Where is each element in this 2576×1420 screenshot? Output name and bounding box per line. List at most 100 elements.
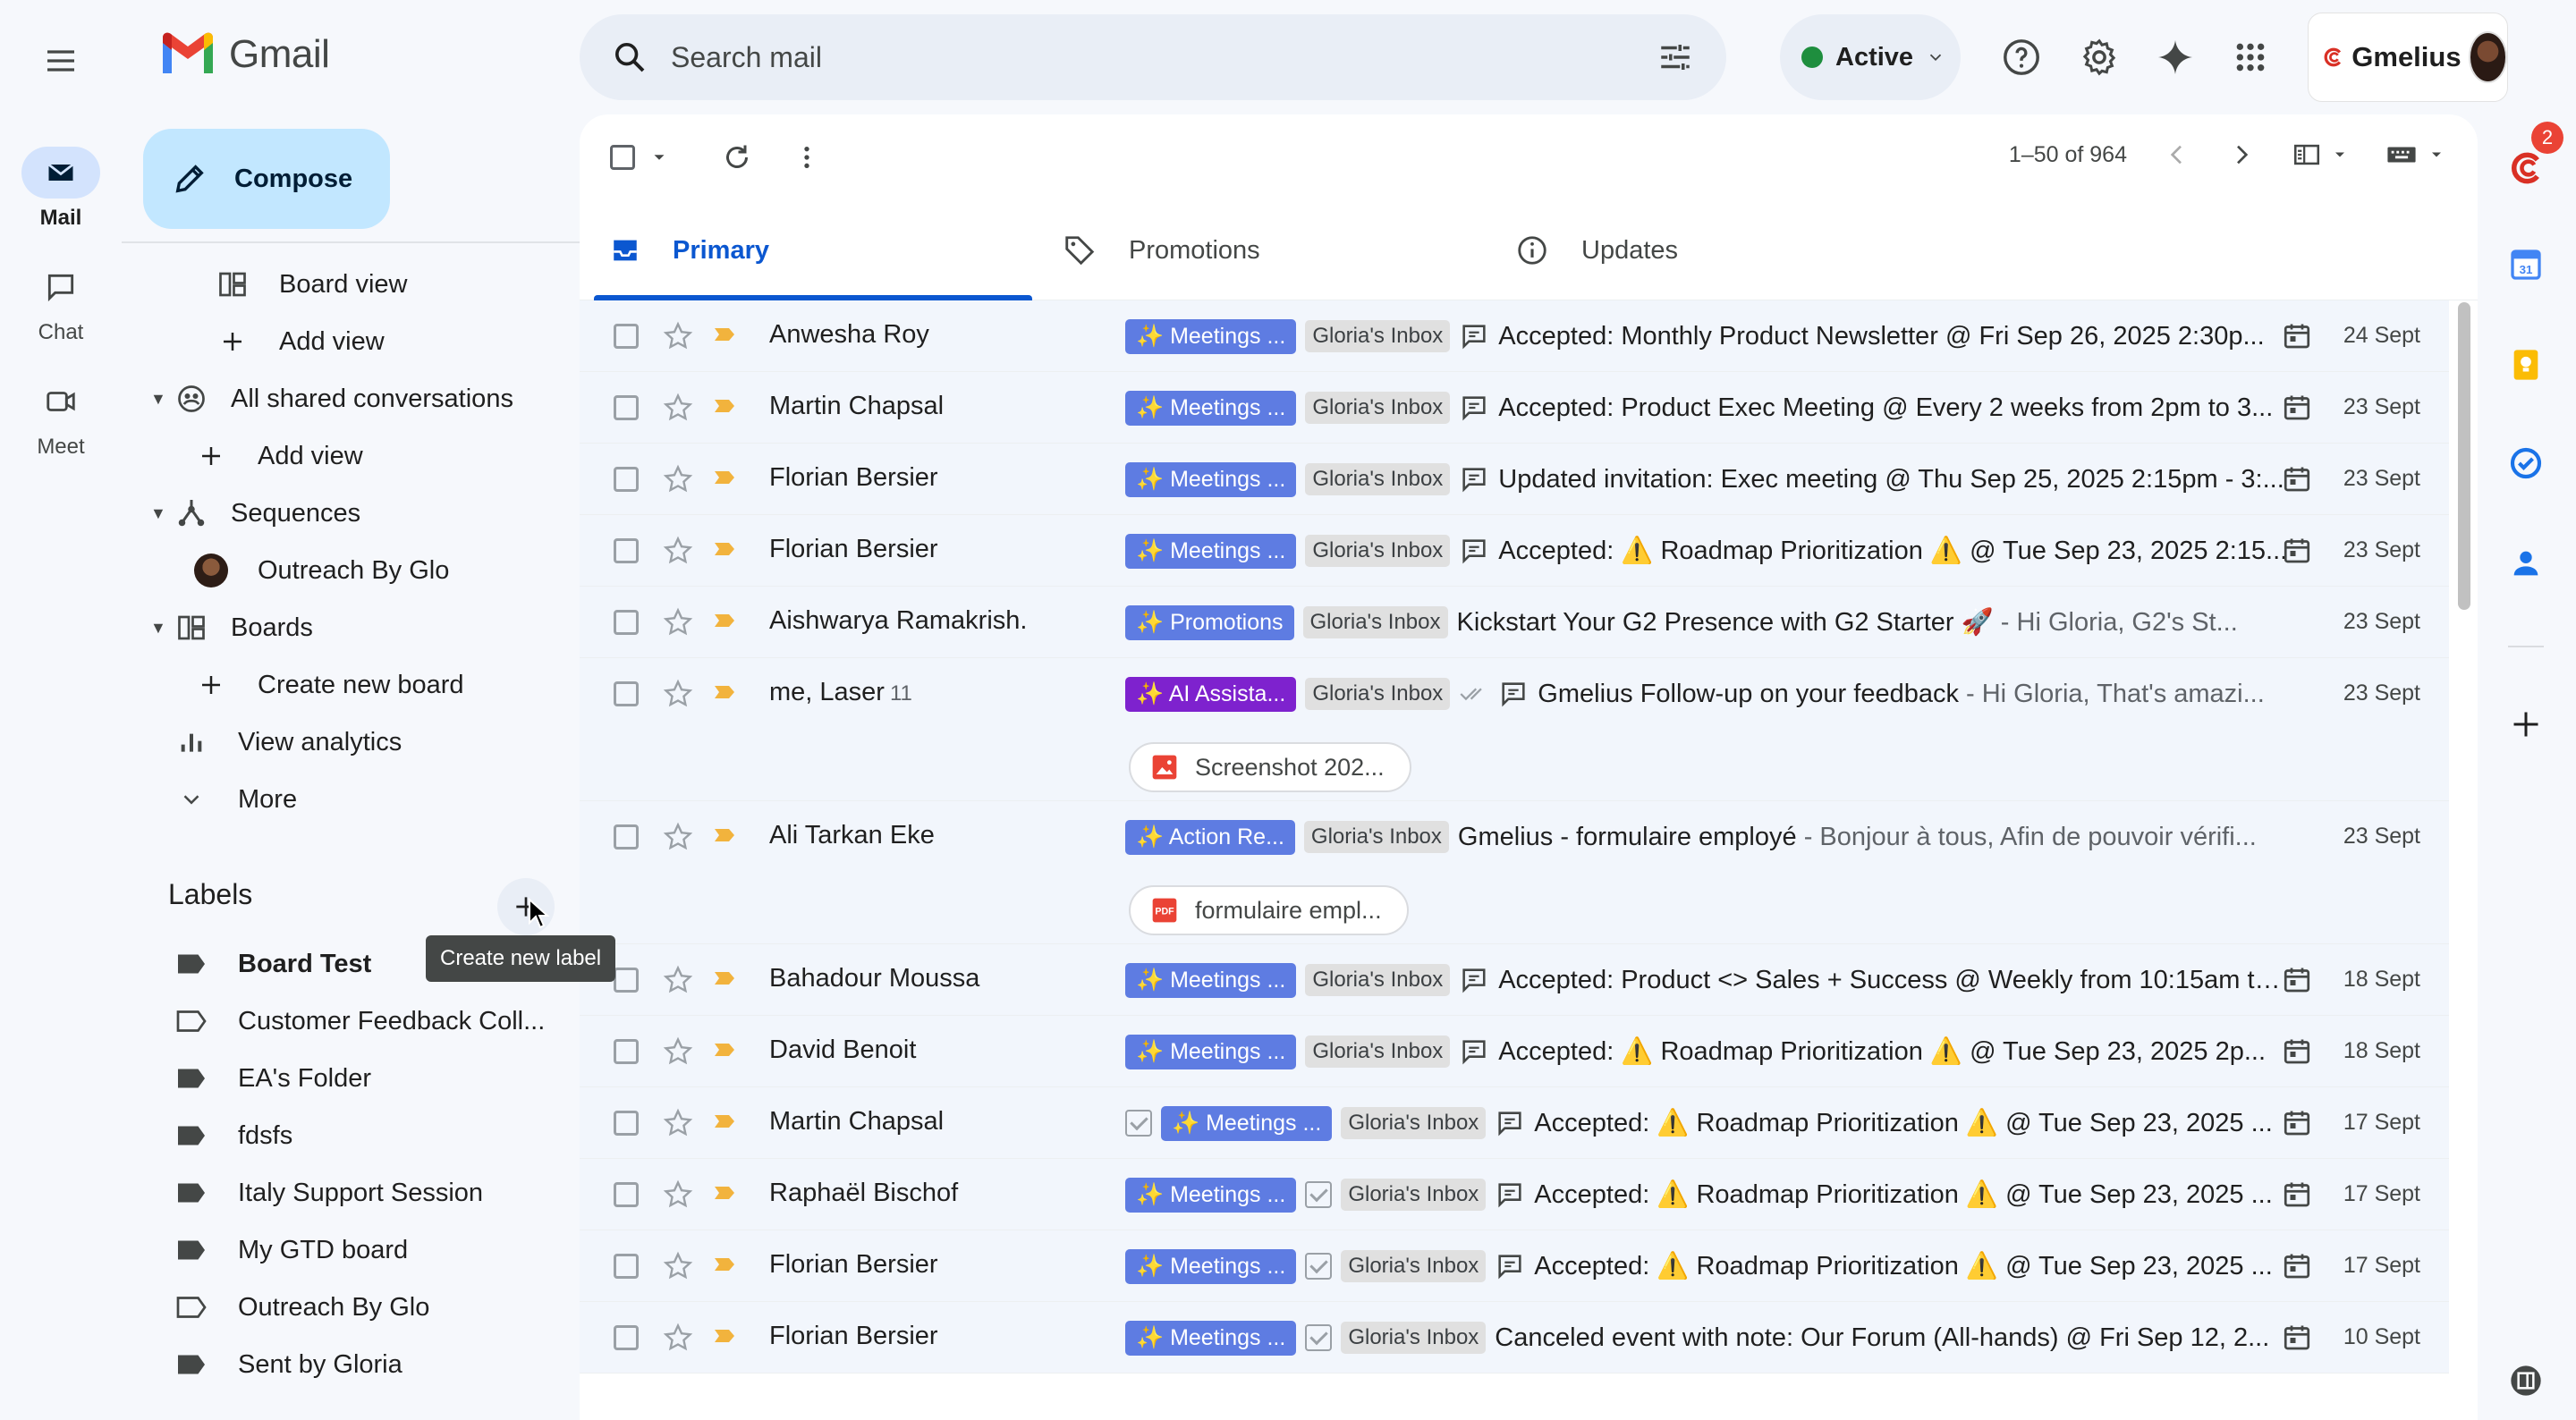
sidebar-item-more[interactable]: More	[122, 771, 580, 828]
gmail-logo[interactable]: Gmail	[159, 32, 330, 77]
tasks-app-button[interactable]	[2497, 435, 2555, 492]
sidebar-item-outreach[interactable]: Outreach By Glo	[122, 542, 580, 599]
contacts-app-button[interactable]	[2497, 535, 2555, 592]
inbox-chip[interactable]: Gloria's Inbox	[1341, 1179, 1487, 1211]
ai-label-chip[interactable]: ✨ Promotions	[1125, 604, 1294, 640]
important-marker-icon[interactable]	[714, 1329, 735, 1343]
email-row[interactable]: Bahadour Moussa ✨ Meetings ... Gloria's In…	[580, 944, 2449, 1016]
row-checkbox[interactable]	[614, 324, 639, 349]
inbox-chip[interactable]: Gloria's Inbox	[1341, 1250, 1487, 1282]
star-icon[interactable]	[662, 535, 694, 567]
row-checkbox[interactable]	[614, 1111, 639, 1136]
ai-label-chip[interactable]: ✨ Meetings ...	[1125, 318, 1297, 354]
row-checkbox[interactable]	[614, 968, 639, 993]
calendar-event-icon[interactable]	[2281, 1179, 2313, 1211]
ai-label-chip[interactable]: ✨ Meetings ...	[1125, 1034, 1297, 1069]
sidebar-item-add-view[interactable]: Add view	[122, 313, 580, 370]
star-icon[interactable]	[662, 463, 694, 495]
star-icon[interactable]	[662, 821, 694, 853]
row-checkbox[interactable]	[614, 610, 639, 635]
row-checkbox[interactable]	[614, 824, 639, 849]
important-marker-icon[interactable]	[714, 542, 735, 556]
chevron-right-icon[interactable]	[2227, 140, 2256, 169]
email-row[interactable]: Raphaël Bischof ✨ Meetings ... Gloria's In…	[580, 1159, 2449, 1230]
get-addons-button[interactable]	[2497, 696, 2555, 753]
star-icon[interactable]	[662, 1322, 694, 1354]
refresh-icon[interactable]	[721, 141, 753, 173]
settings-button[interactable]	[2071, 29, 2128, 86]
sidebar-item-sequences[interactable]: ▼ Sequences	[122, 485, 580, 542]
sidebar-item-add-view-2[interactable]: Add view	[122, 427, 580, 485]
email-row[interactable]: Martin Chapsal ✨ Meetings ... Gloria's Inb…	[580, 1087, 2449, 1159]
inbox-chip[interactable]: Gloria's Inbox	[1305, 320, 1451, 352]
search-options-icon[interactable]	[1657, 38, 1694, 76]
row-checkbox[interactable]	[614, 395, 639, 420]
email-row[interactable]: David Benoit ✨ Meetings ... Gloria's Inbox…	[580, 1016, 2449, 1087]
email-row[interactable]: Florian Bersier ✨ Meetings ... Gloria's In…	[580, 1302, 2449, 1374]
calendar-event-icon[interactable]	[2281, 1322, 2313, 1354]
select-all-control[interactable]	[610, 145, 669, 170]
attachment-chip[interactable]: Screenshot 202...	[1129, 742, 1411, 792]
important-marker-icon[interactable]	[714, 327, 735, 342]
ai-label-chip[interactable]: ✨ Meetings ...	[1125, 390, 1297, 426]
ai-label-chip[interactable]: ✨ Meetings ...	[1161, 1105, 1333, 1141]
star-icon[interactable]	[662, 1035, 694, 1068]
chevron-left-icon[interactable]	[2163, 140, 2191, 169]
label-item[interactable]: Italy Support Session	[122, 1164, 580, 1221]
attachment-chip[interactable]: PDF formulaire empl...	[1129, 885, 1409, 935]
important-marker-icon[interactable]	[714, 1257, 735, 1272]
ai-label-chip[interactable]: ✨ Action Re...	[1125, 819, 1295, 855]
important-marker-icon[interactable]	[714, 470, 735, 485]
search-input[interactable]	[671, 40, 1657, 74]
status-button[interactable]: Active	[1780, 14, 1961, 100]
done-checkbox-icon[interactable]	[1305, 1253, 1333, 1280]
email-row[interactable]: Florian Bersier ✨ Meetings ... Gloria's In…	[580, 515, 2449, 587]
sidebar-item-boards[interactable]: ▼ Boards	[122, 599, 580, 656]
email-row[interactable]: Martin Chapsal ✨ Meetings ... Gloria's Inb…	[580, 372, 2449, 444]
important-marker-icon[interactable]	[714, 613, 735, 628]
important-marker-icon[interactable]	[714, 1114, 735, 1128]
important-marker-icon[interactable]	[714, 828, 735, 842]
email-row[interactable]: me, Laser 11 ✨ AI Assista... Gloria's Inbox…	[580, 658, 2449, 801]
important-marker-icon[interactable]	[714, 971, 735, 985]
row-checkbox[interactable]	[614, 1325, 639, 1350]
done-checkbox-icon[interactable]	[1305, 1181, 1333, 1208]
ai-label-chip[interactable]: ✨ Meetings ...	[1125, 962, 1297, 998]
label-item[interactable]: Sent by Gloria	[122, 1336, 580, 1393]
sidebar-item-board-view[interactable]: Board view	[122, 256, 580, 313]
row-checkbox[interactable]	[614, 681, 639, 706]
calendar-event-icon[interactable]	[2281, 535, 2313, 567]
rail-meet[interactable]: Meet	[0, 376, 122, 460]
important-marker-icon[interactable]	[714, 399, 735, 413]
email-row[interactable]: Florian Bersier ✨ Meetings ... Gloria's In…	[580, 444, 2449, 515]
tab-promotions[interactable]: Promotions	[1032, 200, 1485, 300]
rail-chat[interactable]: Chat	[0, 261, 122, 345]
email-row[interactable]: Anwesha Roy ✨ Meetings ... Gloria's Inbox A…	[580, 300, 2449, 372]
gemini-button[interactable]	[2147, 29, 2204, 86]
important-marker-icon[interactable]	[714, 685, 735, 699]
calendar-event-icon[interactable]	[2281, 1035, 2313, 1068]
tab-primary[interactable]: Primary	[580, 200, 1032, 300]
caret-down-icon[interactable]	[649, 148, 669, 167]
inbox-chip[interactable]: Gloria's Inbox	[1341, 1107, 1487, 1139]
star-icon[interactable]	[662, 678, 694, 710]
email-row[interactable]: Aishwarya Ramakrish. ✨ Promotions Gloria's…	[580, 587, 2449, 658]
apps-button[interactable]	[2222, 29, 2279, 86]
avatar[interactable]	[2468, 31, 2507, 83]
ai-label-chip[interactable]: ✨ Meetings ...	[1125, 461, 1297, 497]
calendar-event-icon[interactable]	[2281, 964, 2313, 996]
inbox-chip[interactable]: Gloria's Inbox	[1305, 678, 1451, 710]
inbox-chip[interactable]: Gloria's Inbox	[1305, 392, 1451, 424]
inbox-chip[interactable]: Gloria's Inbox	[1302, 606, 1448, 638]
sidebar-item-all-shared[interactable]: ▼ All shared conversations	[122, 370, 580, 427]
support-button[interactable]	[1993, 29, 2050, 86]
row-checkbox[interactable]	[614, 1039, 639, 1064]
done-checkbox-icon[interactable]	[1305, 1324, 1333, 1351]
label-item[interactable]: fdsfs	[122, 1107, 580, 1164]
gmelius-account-button[interactable]: Gmelius	[2308, 13, 2508, 102]
row-checkbox[interactable]	[614, 1182, 639, 1207]
important-marker-icon[interactable]	[714, 1043, 735, 1057]
sidebar-item-create-board[interactable]: Create new board	[122, 656, 580, 714]
sidebar-item-analytics[interactable]: View analytics	[122, 714, 580, 771]
label-item[interactable]: My GTD board	[122, 1221, 580, 1279]
